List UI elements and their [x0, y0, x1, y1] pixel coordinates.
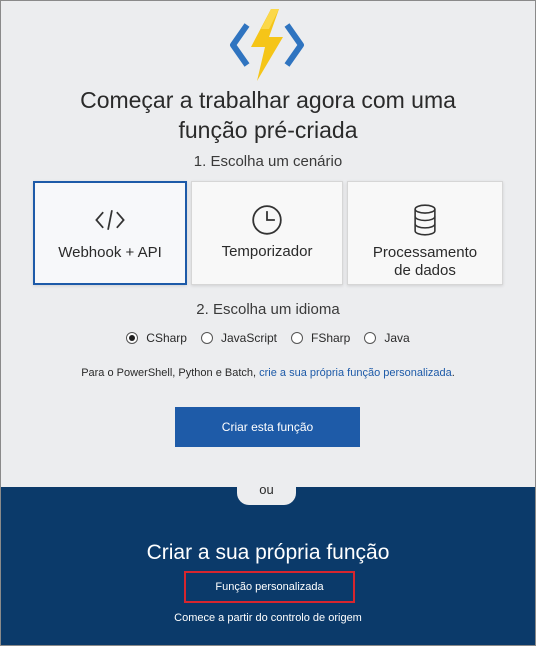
scenario-label: Processamento de dados — [348, 244, 502, 280]
scenario-card-webhook-api[interactable]: Webhook + API — [33, 181, 187, 285]
page-title: Começar a trabalhar agora com uma função… — [1, 85, 535, 145]
scenario-label: Temporizador — [221, 243, 313, 260]
custom-languages-note: Para o PowerShell, Python e Batch, crie … — [1, 367, 535, 379]
page-title-line-1: Começar a trabalhar agora com uma — [80, 87, 456, 113]
step-1-label: 1. Escolha um cenário — [193, 153, 343, 170]
or-divider: ou — [237, 473, 296, 505]
functions-quickstart-panel: Começar a trabalhar agora com uma função… — [0, 0, 536, 646]
radio-button[interactable] — [364, 332, 377, 344]
step-2-label: 2. Escolha um idioma — [196, 301, 340, 318]
language-label: CSharp — [146, 331, 187, 345]
azure-functions-logo-icon — [230, 9, 304, 81]
scenario-card-data-processing[interactable]: Processamento de dados — [347, 181, 503, 285]
code-icon — [95, 210, 125, 230]
note-suffix: . — [451, 367, 455, 379]
language-option-javascript[interactable]: JavaScript — [200, 331, 277, 345]
language-label: JavaScript — [220, 331, 277, 345]
language-label: FSharp — [311, 331, 351, 345]
language-option-java[interactable]: Java — [364, 331, 410, 345]
database-icon — [414, 204, 436, 236]
radio-button[interactable] — [200, 332, 213, 344]
custom-function-link[interactable]: Função personalizada — [184, 571, 355, 603]
radio-button[interactable] — [291, 332, 303, 344]
own-function-title: Criar a sua própria função — [146, 541, 390, 564]
language-radio-group: CSharp JavaScript FSharp Java — [1, 329, 535, 347]
scenario-label-line-2: de dados — [394, 262, 456, 279]
radio-button[interactable] — [126, 332, 139, 344]
language-label: Java — [384, 331, 410, 345]
scenario-label: Webhook + API — [58, 244, 162, 261]
page-title-line-2: função pré-criada — [178, 117, 358, 143]
scenario-card-timer[interactable]: Temporizador — [191, 181, 343, 285]
source-control-link[interactable]: Comece a partir do controlo de origem — [1, 612, 535, 624]
scenario-label-line-1: Processamento — [372, 244, 478, 261]
language-option-fsharp[interactable]: FSharp — [291, 331, 350, 345]
create-custom-function-link[interactable]: crie a sua própria função personalizada — [259, 367, 452, 379]
clock-icon — [252, 205, 282, 235]
create-this-function-button[interactable]: Criar esta função — [175, 407, 360, 447]
language-option-csharp[interactable]: CSharp — [126, 331, 187, 345]
note-text: Para o PowerShell, Python e Batch, — [81, 367, 260, 379]
